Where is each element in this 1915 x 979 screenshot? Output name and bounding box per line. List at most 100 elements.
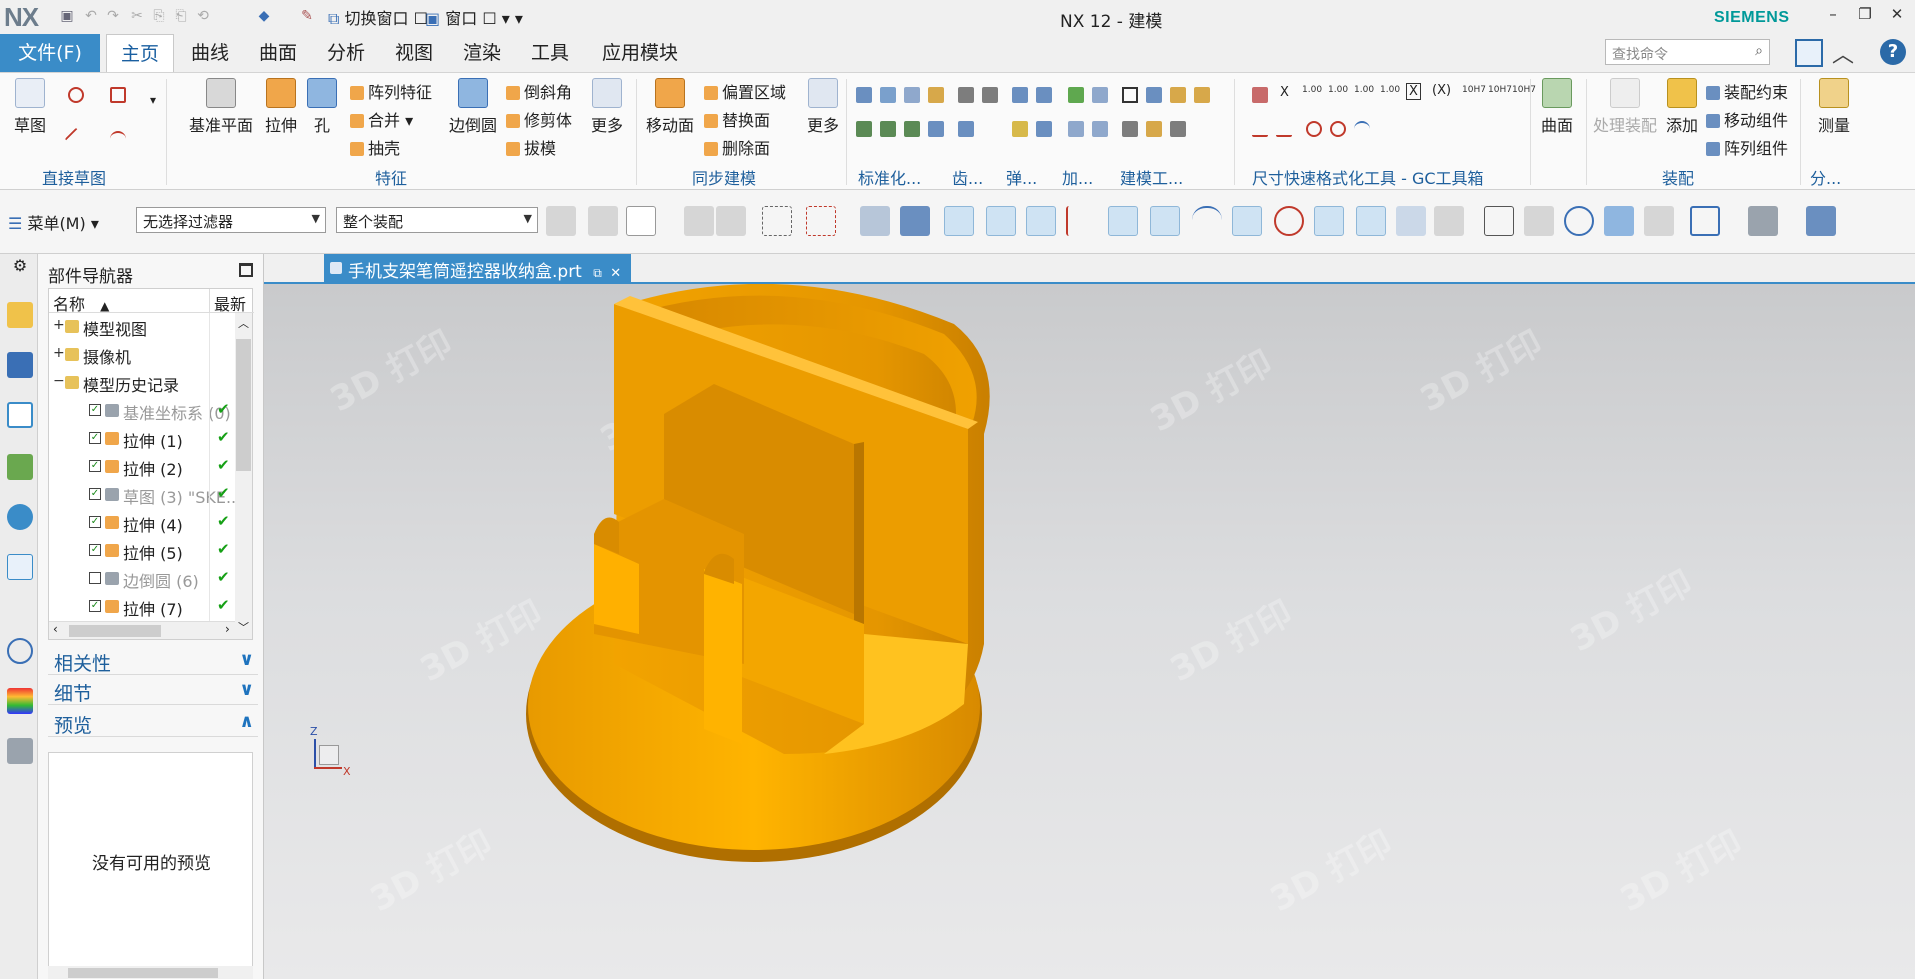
std-tool-icon[interactable] bbox=[904, 121, 920, 137]
dim-tool-icon[interactable]: (X) bbox=[1432, 83, 1451, 98]
display-mode-icon[interactable] bbox=[1806, 206, 1836, 236]
dim-tool-icon[interactable]: X bbox=[1406, 83, 1421, 100]
add-tool-icon[interactable] bbox=[1092, 121, 1108, 137]
visibility-checkbox[interactable]: ✓ bbox=[89, 432, 101, 444]
dim-tool-icon[interactable] bbox=[1306, 121, 1322, 137]
section-icon[interactable] bbox=[1644, 206, 1674, 236]
snap-filter-icon[interactable] bbox=[626, 206, 656, 236]
sketch-button[interactable]: 草图 bbox=[8, 78, 52, 136]
tree-row[interactable]: + 摄像机 bbox=[49, 341, 235, 369]
scroll-up-icon[interactable]: ︿ bbox=[238, 315, 249, 331]
sync-more-button[interactable]: 更多 bbox=[804, 78, 842, 136]
palette-icon[interactable] bbox=[7, 688, 33, 714]
help-icon[interactable]: ? bbox=[1880, 39, 1906, 65]
add-tool-icon[interactable] bbox=[1092, 87, 1108, 103]
selection-scope-dropdown[interactable]: 整个装配 ▼ bbox=[336, 207, 538, 233]
dim-tool-icon[interactable]: X bbox=[1280, 85, 1289, 100]
std-tool-icon[interactable] bbox=[880, 121, 896, 137]
tree-row[interactable]: ✓ 拉伸 (1) ✔ bbox=[49, 425, 235, 453]
point-on-curve-icon[interactable] bbox=[1356, 206, 1386, 236]
tree-row[interactable]: − 模型历史记录 bbox=[49, 369, 235, 397]
save-icon[interactable]: ▣ bbox=[58, 7, 76, 25]
hd3d-icon[interactable] bbox=[7, 504, 33, 530]
document-tab[interactable]: 手机支架笔筒遥控器收纳盒.prt ⧉ ✕ bbox=[324, 254, 632, 282]
role-icon[interactable] bbox=[7, 738, 33, 764]
tab-tools[interactable]: 工具 bbox=[520, 34, 580, 72]
settings-icon[interactable]: ⚙ bbox=[7, 256, 33, 282]
tree-row[interactable]: + 模型视图 bbox=[49, 313, 235, 341]
arc-center-icon[interactable] bbox=[1192, 206, 1222, 236]
assembly-navigator-icon[interactable] bbox=[7, 302, 33, 328]
model-tool-icon[interactable] bbox=[1146, 87, 1162, 103]
tree-row[interactable]: ✓ 拉伸 (5) ✔ bbox=[49, 537, 235, 565]
face-filter-icon[interactable] bbox=[900, 206, 930, 236]
point-on-face-icon[interactable] bbox=[1396, 206, 1426, 236]
vertical-scrollbar[interactable]: ︿ ﹀ bbox=[235, 313, 252, 639]
minimize-button[interactable]: – bbox=[1818, 5, 1848, 27]
close-button[interactable]: ✕ bbox=[1882, 5, 1912, 27]
scroll-thumb[interactable] bbox=[68, 968, 218, 978]
edge-blend-button[interactable]: 边倒圆 bbox=[446, 78, 500, 136]
add-tool-icon[interactable] bbox=[1068, 121, 1084, 137]
process-assembly-button[interactable]: 处理装配 bbox=[1588, 78, 1662, 136]
visibility-checkbox[interactable]: ✓ bbox=[89, 516, 101, 528]
replace-face-button[interactable]: 替换面 bbox=[704, 107, 770, 131]
std-tool-icon[interactable] bbox=[928, 121, 944, 137]
view-triad[interactable]: Z X bbox=[309, 725, 354, 778]
control-point-icon[interactable] bbox=[1066, 206, 1096, 236]
graphics-window[interactable]: 3D 打印 3D 打印 3D 打印 3D 打印 3D 打印 3D 打印 3D 打… bbox=[264, 284, 1915, 979]
circle-center-icon[interactable] bbox=[1232, 206, 1262, 236]
tab-view[interactable]: 视图 bbox=[384, 34, 444, 72]
dim-tool-icon[interactable]: 1.00 bbox=[1380, 85, 1400, 95]
tab-options-icon[interactable]: ⧉ bbox=[593, 266, 602, 280]
window-menu-button[interactable]: ▣ 窗口 ☐ ▾ ▾ bbox=[425, 5, 523, 29]
intersection-icon[interactable] bbox=[1108, 206, 1138, 236]
dim-tool-icon[interactable]: 10H7 bbox=[1488, 85, 1512, 95]
gear-tool-icon[interactable] bbox=[982, 87, 998, 103]
delete-face-button[interactable]: 删除面 bbox=[704, 135, 770, 159]
scroll-down-icon[interactable]: ﹀ bbox=[238, 619, 249, 635]
visibility-checkbox[interactable]: ✓ bbox=[89, 460, 101, 472]
preview-panel-header[interactable]: 预览 ∧ bbox=[48, 709, 258, 737]
tree-row[interactable]: ✓ 拉伸 (7) ✔ bbox=[49, 593, 235, 621]
orient-view-icon[interactable] bbox=[1604, 206, 1634, 236]
fit-icon[interactable] bbox=[1690, 206, 1720, 236]
repeat-icon[interactable]: ⟲ bbox=[194, 7, 212, 25]
pattern-component-button[interactable]: 阵列组件 bbox=[1706, 135, 1788, 159]
dim-tool-icon[interactable]: 1.00 bbox=[1328, 85, 1348, 95]
chamfer-button[interactable]: 倒斜角 bbox=[506, 79, 572, 103]
model-tool-icon[interactable] bbox=[1170, 121, 1186, 137]
filter-tool-icon[interactable] bbox=[716, 206, 746, 236]
select-box-icon[interactable] bbox=[762, 206, 792, 236]
pattern-feature-button[interactable]: 阵列特征 bbox=[350, 79, 432, 103]
undo-icon[interactable]: ↶ bbox=[82, 7, 100, 25]
gear-tool-icon[interactable] bbox=[958, 87, 974, 103]
switch-window-button[interactable]: ⧉ 切换窗口 ☐ bbox=[328, 5, 428, 29]
filter-tool-icon[interactable] bbox=[588, 206, 618, 236]
paste-icon[interactable]: ⎗ bbox=[172, 7, 190, 25]
visibility-checkbox[interactable] bbox=[89, 572, 101, 584]
zoom-icon[interactable] bbox=[1484, 206, 1514, 236]
visibility-checkbox[interactable]: ✓ bbox=[89, 404, 101, 416]
type-filter-dropdown[interactable]: 无选择过滤器 ▼ bbox=[136, 207, 326, 233]
scroll-right-icon[interactable]: › bbox=[225, 622, 230, 636]
std-tool-icon[interactable] bbox=[856, 121, 872, 137]
tab-curve[interactable]: 曲线 bbox=[180, 34, 240, 72]
datum-plane-button[interactable]: 基准平面 bbox=[186, 78, 256, 136]
constraint-navigator-icon[interactable] bbox=[7, 352, 33, 378]
add-tool-icon[interactable] bbox=[1068, 87, 1084, 103]
tree-row[interactable]: 边倒圆 (6) ✔ bbox=[49, 565, 235, 593]
gear-tool-icon[interactable] bbox=[958, 121, 974, 137]
measure-button[interactable]: 测量 bbox=[1812, 78, 1856, 136]
select-rect-icon[interactable] bbox=[806, 206, 836, 236]
hole-button[interactable]: 孔 bbox=[304, 78, 340, 136]
visibility-checkbox[interactable]: ✓ bbox=[89, 488, 101, 500]
tree-row[interactable]: ✓ 拉伸 (4) ✔ bbox=[49, 509, 235, 537]
history-icon[interactable] bbox=[7, 638, 33, 664]
model-tool-icon[interactable] bbox=[1122, 87, 1138, 103]
maximize-icon[interactable] bbox=[239, 263, 253, 277]
web-browser-icon[interactable] bbox=[7, 554, 33, 580]
tab-render[interactable]: 渲染 bbox=[452, 34, 512, 72]
copy-icon[interactable]: ⎘ bbox=[150, 7, 168, 25]
tab-applications[interactable]: 应用模块 bbox=[590, 34, 690, 72]
